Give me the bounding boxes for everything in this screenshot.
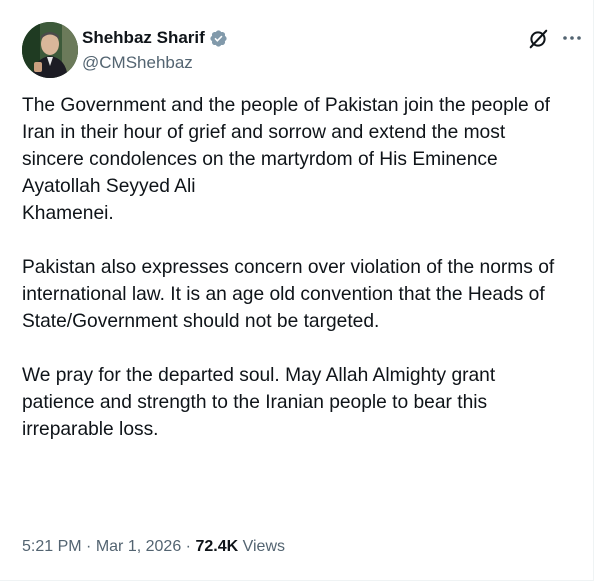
more-icon[interactable] <box>560 26 584 50</box>
tweet-card: Shehbaz Sharif @CMShehbaz The Government… <box>0 0 594 581</box>
author-names: Shehbaz Sharif @CMShehbaz <box>82 28 228 74</box>
author-handle[interactable]: @CMShehbaz <box>82 52 228 74</box>
verified-badge-icon[interactable] <box>209 29 228 48</box>
meta-separator: · <box>86 538 92 555</box>
grok-icon[interactable] <box>527 28 549 50</box>
views-label: Views <box>242 538 285 555</box>
tweet-header: Shehbaz Sharif @CMShehbaz <box>22 22 582 78</box>
views-count[interactable]: 72.4K <box>195 538 238 555</box>
tweet-text: The Government and the people of Pakista… <box>22 95 555 440</box>
tweet-meta: 5:21 PM · Mar 1, 2026 · 72.4K Views <box>22 535 285 559</box>
author-display-name[interactable]: Shehbaz Sharif <box>82 28 228 48</box>
profile-photo-icon <box>22 22 78 78</box>
avatar[interactable] <box>22 22 78 78</box>
tweet-time[interactable]: 5:21 PM <box>22 538 82 555</box>
tweet-date[interactable]: Mar 1, 2026 <box>96 538 181 555</box>
meta-separator: · <box>185 538 191 555</box>
display-name-text: Shehbaz Sharif <box>82 28 205 47</box>
